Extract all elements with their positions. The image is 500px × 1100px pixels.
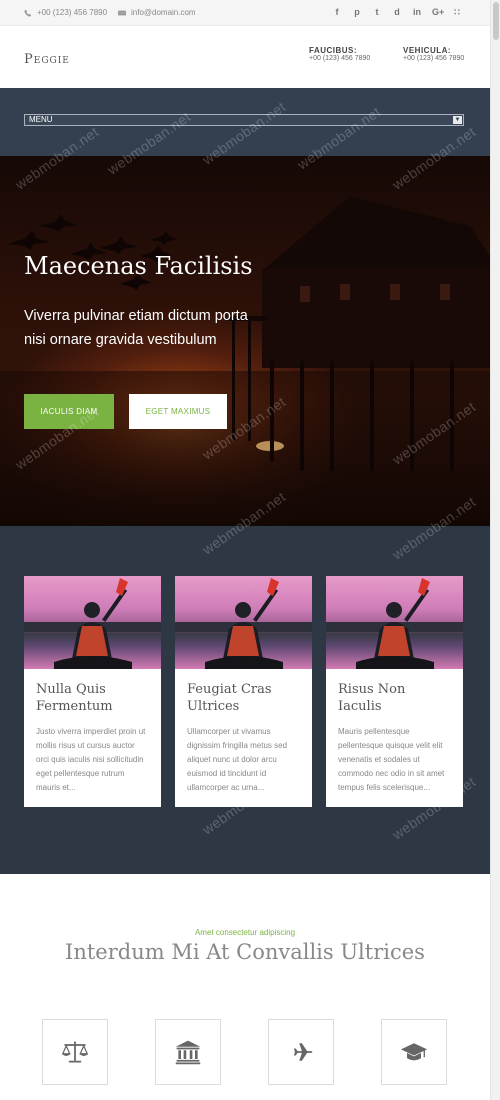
- google-plus-icon[interactable]: G+: [432, 7, 444, 18]
- kayak-image: [175, 576, 312, 669]
- menu-select[interactable]: MENU ▼: [24, 114, 464, 126]
- dribbble-icon[interactable]: d: [392, 7, 402, 18]
- header-info-title: VEHICULA:: [403, 46, 452, 55]
- nav-bar: MENU ▼: [0, 88, 490, 156]
- site-logo[interactable]: Peggie: [24, 52, 70, 67]
- header-info-value: +00 (123) 456 7890: [403, 55, 465, 62]
- card-text: Mauris pellentesque pellentesque quisque…: [338, 727, 445, 792]
- linkedin-icon[interactable]: in: [412, 7, 422, 18]
- plane-icon: [294, 1043, 313, 1061]
- page-scrollbar[interactable]: [490, 0, 500, 1100]
- card-text: Ullamcorper ut vivamus dignissim fringil…: [187, 727, 288, 792]
- bank-icon: [175, 1040, 201, 1065]
- phone-icon: [24, 9, 32, 17]
- email-contact[interactable]: info@domain.com: [118, 8, 196, 17]
- card-title[interactable]: Feugiat Cras Ultrices: [187, 681, 300, 715]
- iaculis-diam-button[interactable]: IACULIS DIAM: [24, 394, 114, 429]
- twitter-icon[interactable]: t: [372, 7, 382, 18]
- card-text: Justo viverra imperdiet proin ut mollis …: [36, 727, 146, 792]
- menu-label: MENU: [29, 115, 53, 124]
- rss-icon[interactable]: ∷: [452, 7, 462, 18]
- hero-banner: Maecenas Facilisis Viverra pulvinar etia…: [0, 156, 490, 526]
- features-section: Amet consectetur adipiscing Interdum Mi …: [0, 874, 490, 1100]
- facebook-icon[interactable]: f: [332, 7, 342, 18]
- header-info-faucibus: FAUCIBUS: +00 (123) 456 7890: [309, 46, 370, 62]
- feature-box-law[interactable]: [42, 1019, 108, 1085]
- feature-card[interactable]: Risus Non Iaculis Mauris pellentesque pe…: [326, 576, 463, 807]
- email-text[interactable]: info@domain.com: [131, 8, 196, 17]
- graduation-cap-icon: [400, 1043, 428, 1061]
- header-info-title: FAUCIBUS:: [309, 46, 358, 55]
- kayak-image: [326, 576, 463, 669]
- top-bar: +00 (123) 456 7890 info@domain.com f p t…: [0, 0, 490, 26]
- chevron-down-icon[interactable]: ▼: [453, 116, 462, 124]
- phone-contact: +00 (123) 456 7890: [24, 8, 107, 17]
- balance-scale-icon: [61, 1041, 89, 1063]
- card-title[interactable]: Risus Non Iaculis: [338, 681, 451, 715]
- card-title[interactable]: Nulla Quis Fermentum: [36, 681, 149, 715]
- phone-text: +00 (123) 456 7890: [37, 8, 108, 17]
- header-info-value: +00 (123) 456 7890: [309, 55, 371, 62]
- hero-title: Maecenas Facilisis: [24, 252, 253, 280]
- site-header: Peggie FAUCIBUS: +00 (123) 456 7890 VEHI…: [0, 26, 490, 88]
- kayak-image: [24, 576, 161, 669]
- section-title: Interdum Mi At Convallis Ultrices: [65, 940, 425, 964]
- eget-maximus-button[interactable]: EGET MAXIMUS: [129, 394, 227, 429]
- cards-section: Nulla Quis Fermentum Justo viverra imper…: [0, 526, 490, 874]
- feature-box-education[interactable]: [381, 1019, 447, 1085]
- page: +00 (123) 456 7890 info@domain.com f p t…: [0, 0, 490, 1100]
- social-links: f p t d in G+ ∷: [332, 7, 462, 18]
- envelope-icon: [118, 10, 126, 15]
- pinterest-icon[interactable]: p: [352, 7, 362, 18]
- header-info-vehicula: VEHICULA: +00 (123) 456 7890: [403, 46, 464, 62]
- scrollbar-thumb[interactable]: [493, 2, 499, 40]
- feature-box-travel[interactable]: [268, 1019, 334, 1085]
- feature-card[interactable]: Nulla Quis Fermentum Justo viverra imper…: [24, 576, 161, 807]
- section-kicker: Amet consectetur adipiscing: [194, 928, 296, 937]
- feature-card[interactable]: Feugiat Cras Ultrices Ullamcorper ut viv…: [175, 576, 312, 807]
- hero-subtitle: Viverra pulvinar etiam dictum porta nisi…: [24, 308, 248, 348]
- feature-box-bank[interactable]: [155, 1019, 221, 1085]
